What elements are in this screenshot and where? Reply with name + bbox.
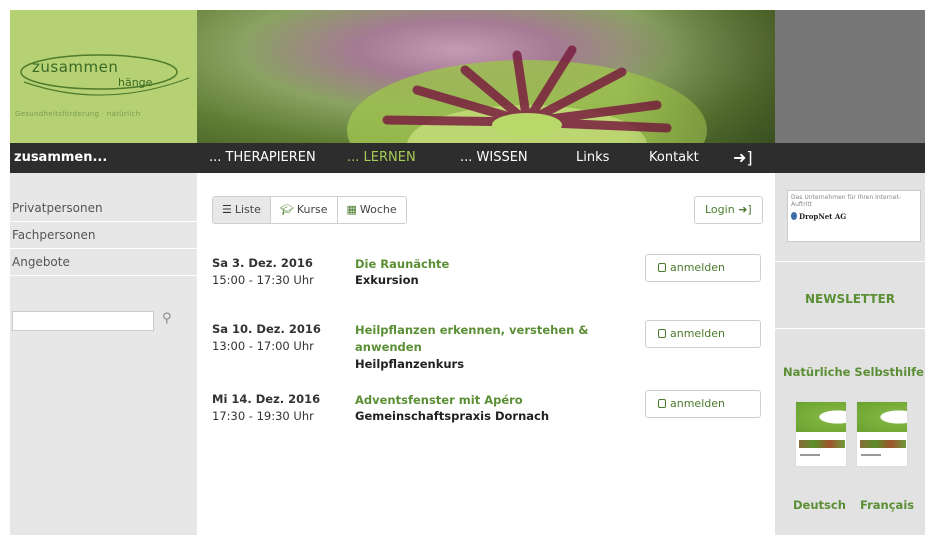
divider bbox=[775, 261, 925, 262]
main-content: ☰ Liste 🎓︎ Kurse ▦ Woche Login ➜] Sa 3. Dez… bbox=[197, 173, 775, 535]
book-cover-strip bbox=[799, 440, 845, 448]
login-button-label: Login bbox=[705, 203, 735, 216]
language-link-deutsch[interactable]: Deutsch bbox=[793, 498, 846, 512]
event-title[interactable]: Die Raunächte bbox=[355, 256, 600, 273]
event-date: Sa 10. Dez. 2016 bbox=[212, 322, 321, 336]
site-logo[interactable]: zusammen hänge Gesundheitsförderung · na… bbox=[10, 10, 197, 143]
header-right-block bbox=[775, 10, 925, 143]
register-label: anmelden bbox=[670, 261, 725, 274]
event-title[interactable]: Adventsfenster mit Apéro bbox=[355, 392, 600, 409]
selbsthilfe-heading: Natürliche Selbsthilfe bbox=[783, 365, 924, 379]
register-button[interactable]: anmelden bbox=[645, 254, 761, 282]
nav-item-lernen[interactable]: ... LERNEN bbox=[347, 150, 416, 165]
book-cover-art bbox=[857, 402, 907, 432]
event-subtitle: Gemeinschaftspraxis Dornach bbox=[355, 409, 550, 423]
left-sidebar: Privatpersonen Fachpersonen Angebote ⚲ bbox=[10, 173, 197, 535]
book-cover-deutsch[interactable] bbox=[795, 401, 847, 467]
book-cover-strip bbox=[860, 440, 906, 448]
register-button[interactable]: anmelden bbox=[645, 320, 761, 348]
checkbox-icon bbox=[658, 263, 666, 272]
book-cover-art bbox=[796, 402, 846, 432]
search-input[interactable] bbox=[12, 311, 154, 331]
nav-brand[interactable]: zusammen... bbox=[14, 150, 107, 165]
login-arrow-icon[interactable]: ➜] bbox=[733, 148, 753, 167]
hero-image bbox=[197, 10, 775, 143]
event-title[interactable]: Heilpflanzen erkennen, verstehen & anwen… bbox=[355, 322, 600, 356]
login-icon: ➜] bbox=[738, 203, 752, 216]
search-icon[interactable]: ⚲ bbox=[162, 311, 172, 326]
language-link-francais[interactable]: Français bbox=[860, 498, 914, 512]
sponsor-logo: DropNet AG bbox=[791, 212, 917, 221]
sponsor-text: Das Unternehmen für Ihren Internet-Auftr… bbox=[791, 194, 902, 208]
logo-tagline: Gesundheitsförderung · natürlich bbox=[15, 110, 141, 118]
logo-swoosh-icon bbox=[20, 54, 190, 96]
logo-word-haenge: hänge bbox=[118, 76, 153, 89]
sidebar-item-privatpersonen[interactable]: Privatpersonen bbox=[10, 195, 197, 222]
tab-woche[interactable]: ▦ Woche bbox=[337, 197, 406, 223]
book-cover-francais[interactable] bbox=[856, 401, 908, 467]
tab-label: Kurse bbox=[296, 203, 328, 216]
graduation-cap-icon: 🎓︎ bbox=[279, 203, 294, 216]
tab-label: Liste bbox=[234, 203, 261, 216]
book-cover-line bbox=[800, 454, 820, 456]
register-label: anmelden bbox=[670, 327, 725, 340]
calendar-icon: ▦ bbox=[346, 203, 357, 216]
checkbox-icon bbox=[658, 329, 666, 338]
nav-item-kontakt[interactable]: Kontakt bbox=[649, 150, 699, 165]
login-button[interactable]: Login ➜] bbox=[694, 196, 763, 224]
nav-item-therapieren[interactable]: ... THERAPIEREN bbox=[209, 150, 316, 165]
event-subtitle: Exkursion bbox=[355, 273, 419, 287]
drop-icon bbox=[791, 212, 797, 220]
event-date: Mi 14. Dez. 2016 bbox=[212, 392, 321, 406]
event-time: 15:00 - 17:30 Uhr bbox=[212, 273, 314, 287]
register-button[interactable]: anmelden bbox=[645, 390, 761, 418]
sidebar-item-angebote[interactable]: Angebote bbox=[10, 249, 197, 276]
tab-liste[interactable]: ☰ Liste bbox=[213, 197, 271, 223]
main-navbar: zusammen... ... THERAPIEREN ... LERNEN .… bbox=[10, 143, 925, 173]
event-time: 17:30 - 19:30 Uhr bbox=[212, 409, 314, 423]
tab-kurse[interactable]: 🎓︎ Kurse bbox=[270, 197, 338, 223]
event-subtitle: Heilpflanzenkurs bbox=[355, 357, 465, 371]
hero-shade bbox=[625, 10, 775, 143]
book-cover-line bbox=[861, 454, 881, 456]
event-date: Sa 3. Dez. 2016 bbox=[212, 256, 313, 270]
sidebar-item-fachpersonen[interactable]: Fachpersonen bbox=[10, 222, 197, 249]
view-tabs: ☰ Liste 🎓︎ Kurse ▦ Woche bbox=[212, 196, 407, 224]
event-time: 13:00 - 17:00 Uhr bbox=[212, 339, 314, 353]
checkbox-icon bbox=[658, 399, 666, 408]
nav-item-wissen[interactable]: ... WISSEN bbox=[460, 150, 528, 165]
search-box: ⚲ bbox=[12, 311, 172, 331]
tab-label: Woche bbox=[359, 203, 397, 216]
logo-word-zusammen: zusammen bbox=[32, 58, 119, 76]
register-label: anmelden bbox=[670, 397, 725, 410]
divider bbox=[775, 328, 925, 329]
page-frame: zusammen hänge Gesundheitsförderung · na… bbox=[10, 10, 925, 535]
nav-item-links[interactable]: Links bbox=[576, 150, 609, 165]
list-icon: ☰ bbox=[222, 203, 232, 216]
sponsor-logo-text: DropNet AG bbox=[799, 212, 847, 221]
sponsor-banner[interactable]: Das Unternehmen für Ihren Internet-Auftr… bbox=[787, 190, 921, 242]
newsletter-link[interactable]: NEWSLETTER bbox=[775, 292, 925, 306]
right-sidebar: Das Unternehmen für Ihren Internet-Auftr… bbox=[775, 173, 925, 535]
